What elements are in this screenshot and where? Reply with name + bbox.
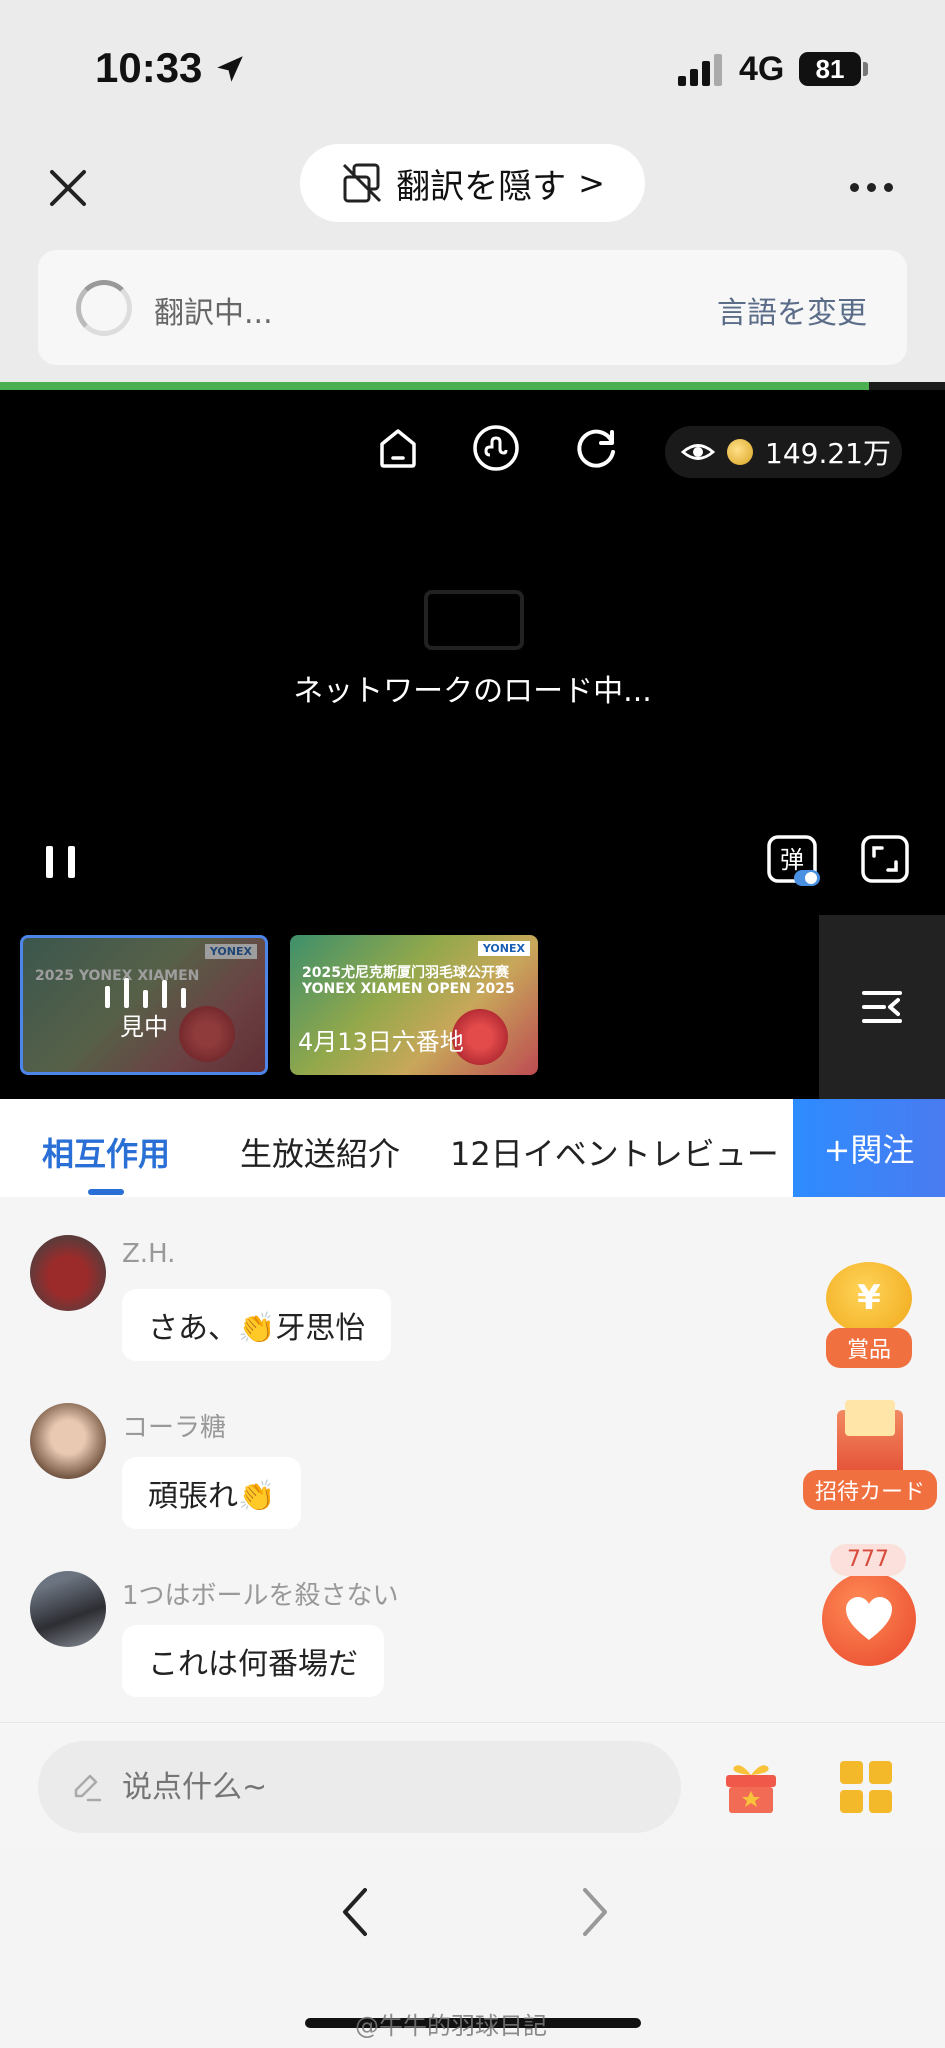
playlist-item-label: 見中 [120,1013,168,1041]
pen-icon [74,1774,102,1802]
loading-placeholder-icon [424,590,524,650]
signal-icon [678,54,722,86]
status-time: 10:33 [95,44,203,91]
tab-bar: 相互作用 生放送紹介 12日イベントレビュー +関注 [0,1099,945,1197]
list-collapse-icon [862,991,902,1023]
danmu-toggle-button[interactable]: 弹 [766,834,822,890]
follow-button[interactable]: +関注 [793,1099,945,1197]
fullscreen-icon[interactable] [860,834,910,884]
playing-bars-icon [105,978,186,1008]
gift-icon[interactable] [720,1755,782,1817]
playlist-strip: YONEX 2025 YONEX XIAMEN 見中 YONEX 2025尤尼克… [0,915,945,1099]
comment-input-wrapper[interactable] [38,1741,681,1833]
loading-spinner-icon [76,280,132,336]
eye-icon [681,444,715,460]
watermark: @牛牛的羽球日記 [355,2012,547,2040]
more-options-button[interactable] [850,172,900,202]
chat-username: Z.H. [122,1239,176,1269]
video-player[interactable]: 149.21万 ネットワークのロード中... 弹 [0,390,945,915]
coin-icon [727,439,753,465]
more-apps-grid-icon[interactable] [840,1761,892,1813]
comment-input[interactable] [122,1769,622,1805]
refresh-icon[interactable] [570,422,622,474]
playlist-item-label: 4月13日六番地 [298,1028,464,1056]
loading-text: ネットワークのロード中... [293,674,652,709]
tab-interaction[interactable]: 相互作用 [42,1129,170,1175]
playlist-item[interactable]: YONEX 2025尤尼克斯厦门羽毛球公开赛 YONEX XIAMEN OPEN… [290,935,538,1075]
mini-program-icon[interactable] [470,422,522,474]
avatar[interactable] [30,1403,106,1479]
danmu-icon: 弹 [767,835,820,886]
pause-icon[interactable] [44,842,78,882]
tab-event-review[interactable]: 12日イベントレビュー [450,1129,779,1175]
translating-text: 翻訳中... [154,296,273,331]
translation-status-box: 翻訳中... 言語を変更 [38,250,907,365]
playlist-item-current[interactable]: YONEX 2025 YONEX XIAMEN 見中 [20,935,268,1075]
like-widget[interactable]: 777 [818,1544,918,1666]
red-envelope-icon [837,1400,903,1478]
viewer-count: 149.21万 [765,437,891,470]
avatar[interactable] [30,1571,106,1647]
yuan-coin-icon: ¥ [826,1262,912,1334]
progress-fill [0,382,870,390]
close-icon[interactable] [40,160,96,216]
network-type: 4G [739,50,785,88]
tab-live-intro[interactable]: 生放送紹介 [240,1129,400,1175]
hide-translation-label: 翻訳を隠す [396,166,567,207]
thumb-title: 2025尤尼克斯厦门羽毛球公开赛 YONEX XIAMEN OPEN 2025 [302,965,515,997]
location-arrow-icon [217,56,243,82]
chat-username: 1つはボールを殺さない [122,1581,399,1611]
change-language-link[interactable]: 言語を変更 [717,288,867,332]
forward-chevron-icon[interactable] [575,1884,615,1940]
back-chevron-icon[interactable] [335,1884,375,1940]
brand-logo: YONEX [477,941,530,956]
heart-icon [846,1597,892,1640]
battery-tip [863,62,868,76]
invite-card-label: 招待カード [803,1470,937,1510]
home-icon[interactable] [372,422,424,474]
like-count: 777 [830,1544,906,1576]
playlist-collapse-button[interactable] [819,915,945,1099]
avatar[interactable] [30,1235,106,1311]
active-tab-indicator [88,1189,124,1195]
viewer-count-badge: 149.21万 [665,426,902,478]
browser-nav-bar: @牛牛的羽球日記 [0,1848,945,2048]
status-bar: 10:33 4G 81 [0,0,945,140]
chevron-right-icon: > [578,164,605,202]
battery-level: 81 [799,52,861,86]
prize-widget[interactable]: ¥ 賞品 [826,1262,912,1368]
chat-username: コーラ糖 [122,1413,227,1443]
page-load-progress [0,382,945,390]
chat-bubble: さあ、👏牙思怡 [122,1289,392,1361]
like-button[interactable] [822,1572,916,1666]
browser-top-bar: 翻訳を隠す > 翻訳中... 言語を変更 [0,140,945,382]
svg-text:弹: 弹 [780,846,804,874]
translate-off-icon [343,163,382,203]
hide-translation-button[interactable]: 翻訳を隠す > [300,144,645,222]
invite-card-widget[interactable]: 招待カード [803,1400,937,1510]
chat-bubble: 頑張れ👏 [122,1457,302,1529]
prize-label: 賞品 [826,1328,912,1368]
chat-bubble: これは何番場だ [122,1625,384,1697]
comment-bar [0,1722,945,1847]
